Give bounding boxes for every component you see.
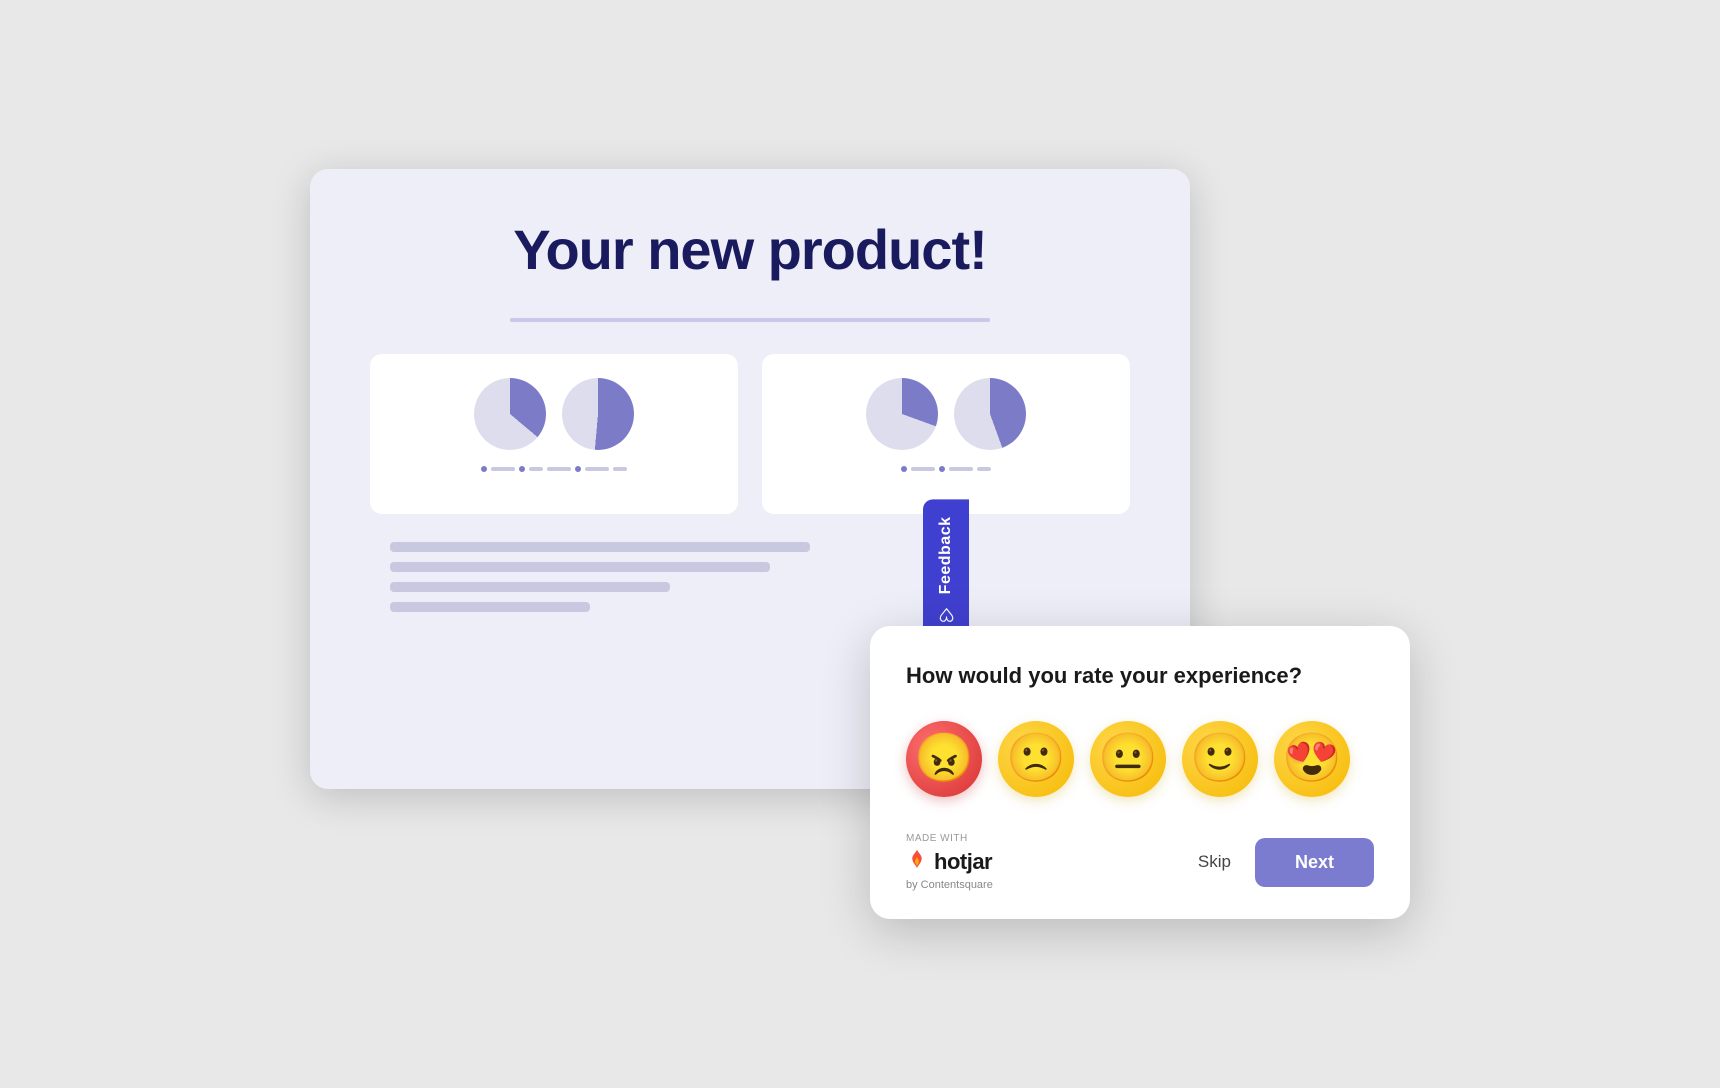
dot-line [911, 467, 935, 471]
hotjar-brand-name: hotjar [934, 849, 992, 875]
chart-dots-2 [901, 466, 991, 472]
pie-chart-2 [562, 378, 634, 450]
survey-question: How would you rate your experience? [906, 662, 1374, 691]
dot [519, 466, 525, 472]
footer-actions: Skip Next [1190, 838, 1374, 887]
text-line-3 [390, 582, 670, 592]
skip-button[interactable]: Skip [1190, 842, 1239, 882]
text-line-4 [390, 602, 590, 612]
pie-chart-4 [954, 378, 1026, 450]
emoji-sad-button[interactable]: 🙁 [998, 721, 1074, 797]
dot [481, 466, 487, 472]
feedback-tab-label: Feedback [937, 517, 955, 595]
charts-row [370, 354, 1130, 514]
scene: Your new product! [310, 169, 1410, 919]
emoji-love-button[interactable]: 😍 [1274, 721, 1350, 797]
divider [510, 318, 990, 322]
happy-emoji: 🙂 [1190, 735, 1250, 783]
chart-card-1 [370, 354, 738, 514]
angry-emoji: 😠 [914, 735, 974, 783]
text-line-2 [390, 562, 770, 572]
chart-dots-1 [481, 466, 627, 472]
made-with-label: MADE WITH [906, 833, 993, 844]
emoji-angry-button[interactable]: 😠 [906, 721, 982, 797]
emoji-row: 😠 🙁 😐 🙂 😍 [906, 721, 1374, 797]
next-button[interactable]: Next [1255, 838, 1374, 887]
hotjar-logo: hotjar [906, 848, 993, 875]
text-lines [370, 542, 1130, 612]
feedback-tab[interactable]: ♡ Feedback [923, 499, 969, 642]
dot-line [547, 467, 571, 471]
love-emoji: 😍 [1282, 735, 1342, 783]
dot-line [949, 467, 973, 471]
pie-chart-1 [474, 378, 546, 450]
emoji-neutral-button[interactable]: 😐 [1090, 721, 1166, 797]
dot-line-short [529, 467, 543, 471]
dot-line [585, 467, 609, 471]
dot [575, 466, 581, 472]
neutral-emoji: 😐 [1098, 735, 1158, 783]
dot-line-short [977, 467, 991, 471]
survey-popup: How would you rate your experience? 😠 🙁 … [870, 626, 1410, 919]
text-line-1 [390, 542, 810, 552]
branding: MADE WITH hotjar by Contentsquare [906, 833, 993, 891]
feedback-icon: ♡ [935, 603, 957, 625]
dot-line-short [613, 467, 627, 471]
survey-footer: MADE WITH hotjar by Contentsquare Skip N… [906, 833, 1374, 891]
dot-line [491, 467, 515, 471]
dot [939, 466, 945, 472]
chart-card-2 [762, 354, 1130, 514]
sad-emoji: 🙁 [1006, 735, 1066, 783]
hotjar-flame-icon [906, 848, 928, 875]
emoji-happy-button[interactable]: 🙂 [1182, 721, 1258, 797]
pie-chart-3 [866, 378, 938, 450]
dot [901, 466, 907, 472]
page-title: Your new product! [370, 217, 1130, 282]
by-contentsquare-label: by Contentsquare [906, 879, 993, 891]
